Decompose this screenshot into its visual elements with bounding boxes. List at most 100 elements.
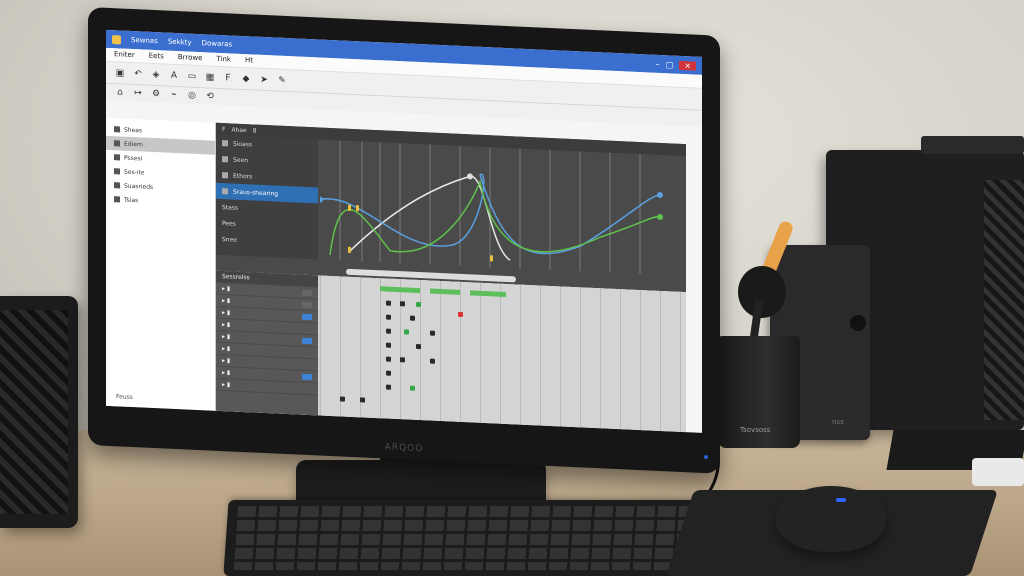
paint-icon[interactable]: ◈ [150,68,162,81]
keyframe[interactable] [386,356,391,362]
keyframe-point [320,196,323,203]
keyframe[interactable] [416,301,421,308]
menu-item[interactable]: Tink [216,55,231,65]
channel-label: Seen [233,156,248,164]
tool-icon[interactable]: ⟲ [204,90,216,103]
track-badge [302,289,312,296]
dope-track-list: Sessrelss ▸ ▮ ▸ ▮ ▸ ▮ ▸ ▮ ▸ ▮ ▸ ▮ ▸ ▮ ▸ … [216,270,318,416]
channel-label: Snee [222,235,237,244]
undo-icon[interactable]: ↶ [132,67,144,80]
tool-icon[interactable]: ⌂ [114,86,126,99]
keyframe-point [657,213,663,220]
text-tool-icon[interactable]: A [168,69,180,82]
menu-item[interactable]: Eets [149,52,164,62]
workspace: Sheas Ediem Pssesi Ses-ite Suasrieds Tsi… [106,117,702,433]
title-item: Dowaras [201,39,233,49]
cup-label: Tsovsoss [740,426,771,434]
channel-label: Stass [222,203,239,212]
track-badge [302,301,312,308]
graph-header-item[interactable]: F [222,126,225,133]
font-icon[interactable]: F [222,72,234,85]
left-panel: Sheas Ediem Pssesi Ses-ite Suasrieds Tsi… [106,117,216,411]
speaker-top-device [921,136,1024,154]
track-badge [302,313,312,320]
keyframe[interactable] [458,311,463,318]
item-icon [114,126,120,133]
tool-icon[interactable]: ◎ [186,89,198,102]
tool-icon[interactable]: ↦ [132,87,144,100]
graph-channel-list: Sioass Seen Ethors Sraus-shearing Stass … [216,134,318,260]
title-item: Sewnas [131,35,158,46]
close-icon[interactable]: × [679,60,696,71]
mouse [776,486,886,552]
left-speaker [0,296,78,528]
channel-label: Sioass [233,140,253,148]
keyframe-point [467,173,473,180]
arrow-icon[interactable]: ➤ [258,73,270,86]
folder-icon [222,156,228,163]
item-icon [114,140,120,147]
keyframe[interactable] [410,315,415,321]
item-icon [114,196,120,203]
tool-icon[interactable]: ⌁ [168,89,180,102]
key-marker [490,255,493,262]
keyframe[interactable] [416,343,421,350]
graph-header-item[interactable]: 8 [253,127,257,134]
keyframe[interactable] [386,384,391,390]
item-icon [114,168,120,175]
keyframe[interactable] [386,370,391,376]
dope-header-label: Sessrelss [222,273,250,282]
dope-grid[interactable] [320,275,686,433]
keyframe[interactable] [430,330,435,336]
keyframe[interactable] [386,314,391,320]
channel-label: Sraus-shearing [233,188,279,198]
item-label: Sheas [124,126,143,134]
app-logo-icon [112,34,121,44]
dope-sheet: Sessrelss ▸ ▮ ▸ ▮ ▸ ▮ ▸ ▮ ▸ ▮ ▸ ▮ ▸ ▮ ▸ … [216,270,686,433]
frame-icon[interactable]: ▭ [186,70,198,83]
power-led-icon[interactable] [704,454,708,460]
keyframe[interactable] [386,328,391,334]
usb-hub [972,458,1024,486]
screen: Sewnas Sekkty Dowaras – □ × Eniter Eets … [106,29,702,433]
marker-icon[interactable]: ◆ [240,72,252,85]
window-controls: – □ × [656,59,696,71]
graph-header-item[interactable]: Ahae [231,126,246,134]
keyframe[interactable] [386,342,391,348]
keyboard-keys [233,506,739,570]
minimize-icon[interactable]: – [656,59,660,68]
keyframe[interactable] [410,385,415,391]
keyframe[interactable] [404,329,409,335]
keyframe[interactable] [430,358,435,364]
menu-item[interactable]: Eniter [114,50,135,60]
keyframe[interactable] [400,357,405,363]
folder-icon [222,172,228,179]
left-panel-footer: Feuss [116,393,133,402]
menu-item[interactable]: Brrowe [178,53,203,63]
track-header-bar [430,288,460,295]
keyframe[interactable] [360,397,365,403]
keyframe[interactable] [400,301,405,307]
speaker-label: nss [832,418,844,426]
pen-icon[interactable]: ✎ [276,74,288,87]
maximize-icon[interactable]: □ [666,60,674,69]
keyframe[interactable] [386,300,391,306]
item-label: Ediem [124,140,143,148]
select-tool-icon[interactable]: ▣ [114,67,126,80]
folder-icon [222,188,228,195]
tool-icon[interactable]: ⚙ [150,88,162,101]
channel-row[interactable]: Snee [216,231,318,252]
curve-canvas[interactable] [320,140,686,277]
menu-item[interactable]: Ht [245,56,253,65]
keyframe[interactable] [340,396,345,402]
grid-icon[interactable]: ▦ [204,71,216,84]
track-header-bar [380,286,420,294]
channel-label: Pees [222,219,236,228]
item-icon [114,154,120,161]
track-badge [302,337,312,344]
track-badge [302,373,312,380]
speaker-port [850,315,866,331]
channel-label: Ethors [233,172,253,180]
speaker-grille [984,180,1024,420]
graph-editor: F Ahae 8 Sioass Seen Ethors Sraus-sheari… [216,122,686,293]
